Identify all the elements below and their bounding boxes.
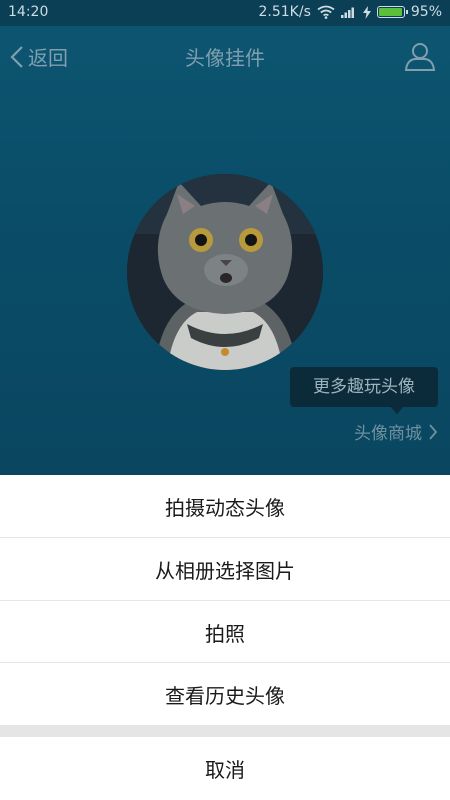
signal-icon bbox=[340, 7, 354, 18]
page-title: 头像挂件 bbox=[185, 46, 265, 70]
view-history-avatars-button[interactable]: 查看历史头像 bbox=[0, 663, 450, 725]
record-dynamic-avatar-button[interactable]: 拍摄动态头像 bbox=[0, 475, 450, 537]
store-link-label: 头像商城 bbox=[354, 424, 422, 444]
wifi-icon bbox=[317, 5, 335, 19]
tooltip-arrow bbox=[390, 406, 404, 414]
choose-from-album-button[interactable]: 从相册选择图片 bbox=[0, 538, 450, 600]
chevron-right-icon bbox=[429, 423, 438, 440]
cancel-label: 取消 bbox=[205, 758, 245, 782]
charge-icon bbox=[362, 5, 371, 19]
avatar[interactable] bbox=[127, 174, 323, 370]
status-indicators: 2.51K/s 95% bbox=[259, 4, 443, 20]
nav-bar: 返回 头像挂件 bbox=[0, 26, 450, 86]
battery-fill bbox=[378, 8, 402, 16]
sheet-item-label: 查看历史头像 bbox=[165, 683, 285, 708]
sheet-item-label: 拍照 bbox=[205, 621, 245, 646]
cancel-button[interactable]: 取消 bbox=[0, 737, 450, 800]
status-bar: 14:20 2.51K/s 95% bbox=[0, 0, 450, 26]
action-sheet: 拍摄动态头像 从相册选择图片 拍照 查看历史头像 取消 bbox=[0, 475, 450, 800]
cat-avatar bbox=[127, 174, 323, 370]
network-speed: 2.51K/s bbox=[258, 4, 311, 20]
take-photo-button[interactable]: 拍照 bbox=[0, 601, 450, 663]
tooltip-more-avatars[interactable]: 更多趣玩头像 bbox=[290, 367, 438, 407]
sheet-item-label: 拍摄动态头像 bbox=[165, 495, 285, 520]
battery-percent: 95% bbox=[410, 4, 442, 20]
user-icon bbox=[404, 43, 436, 71]
sheet-separator bbox=[0, 725, 450, 737]
tooltip-text: 更多趣玩头像 bbox=[313, 377, 415, 397]
battery-icon bbox=[376, 6, 408, 18]
avatar-store-link[interactable]: 头像商城 bbox=[354, 419, 438, 444]
status-time: 14:20 bbox=[8, 4, 49, 20]
profile-button[interactable] bbox=[404, 40, 436, 76]
screen: 14:20 2.51K/s 95% 返回 头像挂件 更多趣玩头像 头像商城 拍摄… bbox=[0, 0, 450, 800]
sheet-item-label: 从相册选择图片 bbox=[155, 558, 295, 583]
